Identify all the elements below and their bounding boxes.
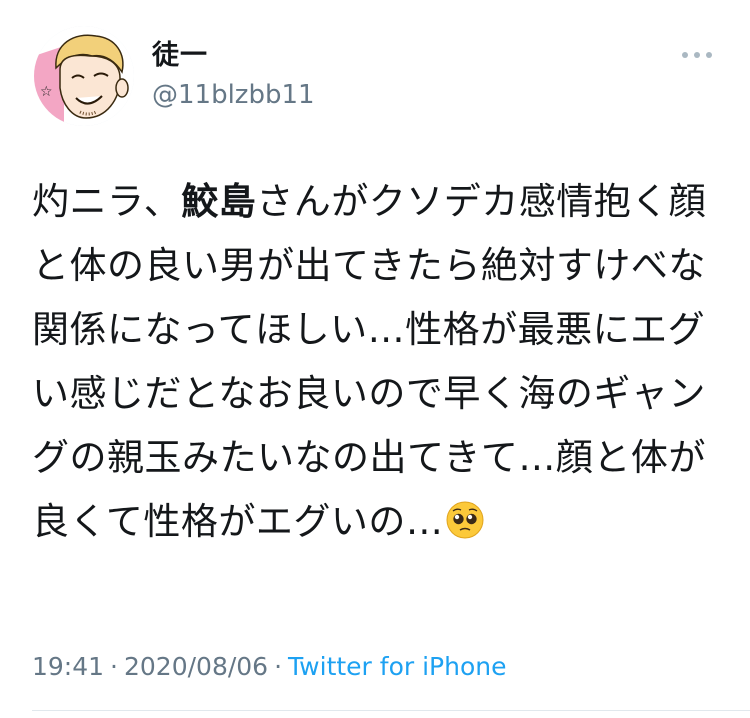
author-names: 徒一 @11blzbb11 bbox=[152, 40, 315, 112]
meta-separator: · bbox=[274, 652, 283, 681]
user-handle[interactable]: @11blzbb11 bbox=[152, 78, 315, 112]
tweet-date: 2020/08/06 bbox=[124, 652, 269, 681]
tweet-header: ☆ 徒一 @11blzbb11 bbox=[34, 26, 720, 130]
display-name[interactable]: 徒一 bbox=[152, 40, 315, 72]
pleading-face-emoji bbox=[446, 501, 484, 539]
tweet-text: 灼ニラ、鮫島さんがクソデカ感情抱く顔と体の良い男が出てきたら絶対すけべな関係にな… bbox=[32, 170, 722, 554]
tweet-time: 19:41 bbox=[32, 652, 105, 681]
avatar[interactable]: ☆ bbox=[34, 26, 134, 126]
divider bbox=[32, 710, 750, 711]
meta-separator: · bbox=[110, 652, 118, 681]
avatar-illustration-icon: ☆ bbox=[34, 26, 134, 126]
svg-text:☆: ☆ bbox=[40, 84, 53, 100]
tweet-detail: ☆ 徒一 @11blzbb11 灼ニラ、鮫島さんがクソデカ感情抱く顔と体の良い男… bbox=[0, 0, 750, 718]
tweet-text-part: さんがクソデカ感情抱く顔と体の良い男が出てきたら絶対すけべな関係になってほしい…… bbox=[32, 180, 707, 543]
tweet-text-part: 灼ニラ、 bbox=[32, 180, 182, 223]
tweet-source-link[interactable]: Twitter for iPhone bbox=[288, 652, 506, 681]
tweet-text-bold: 鮫島 bbox=[181, 180, 257, 223]
tweet-meta: 19:41 · 2020/08/06 · Twitter for iPhone bbox=[32, 650, 507, 684]
more-options-icon[interactable] bbox=[680, 48, 714, 62]
